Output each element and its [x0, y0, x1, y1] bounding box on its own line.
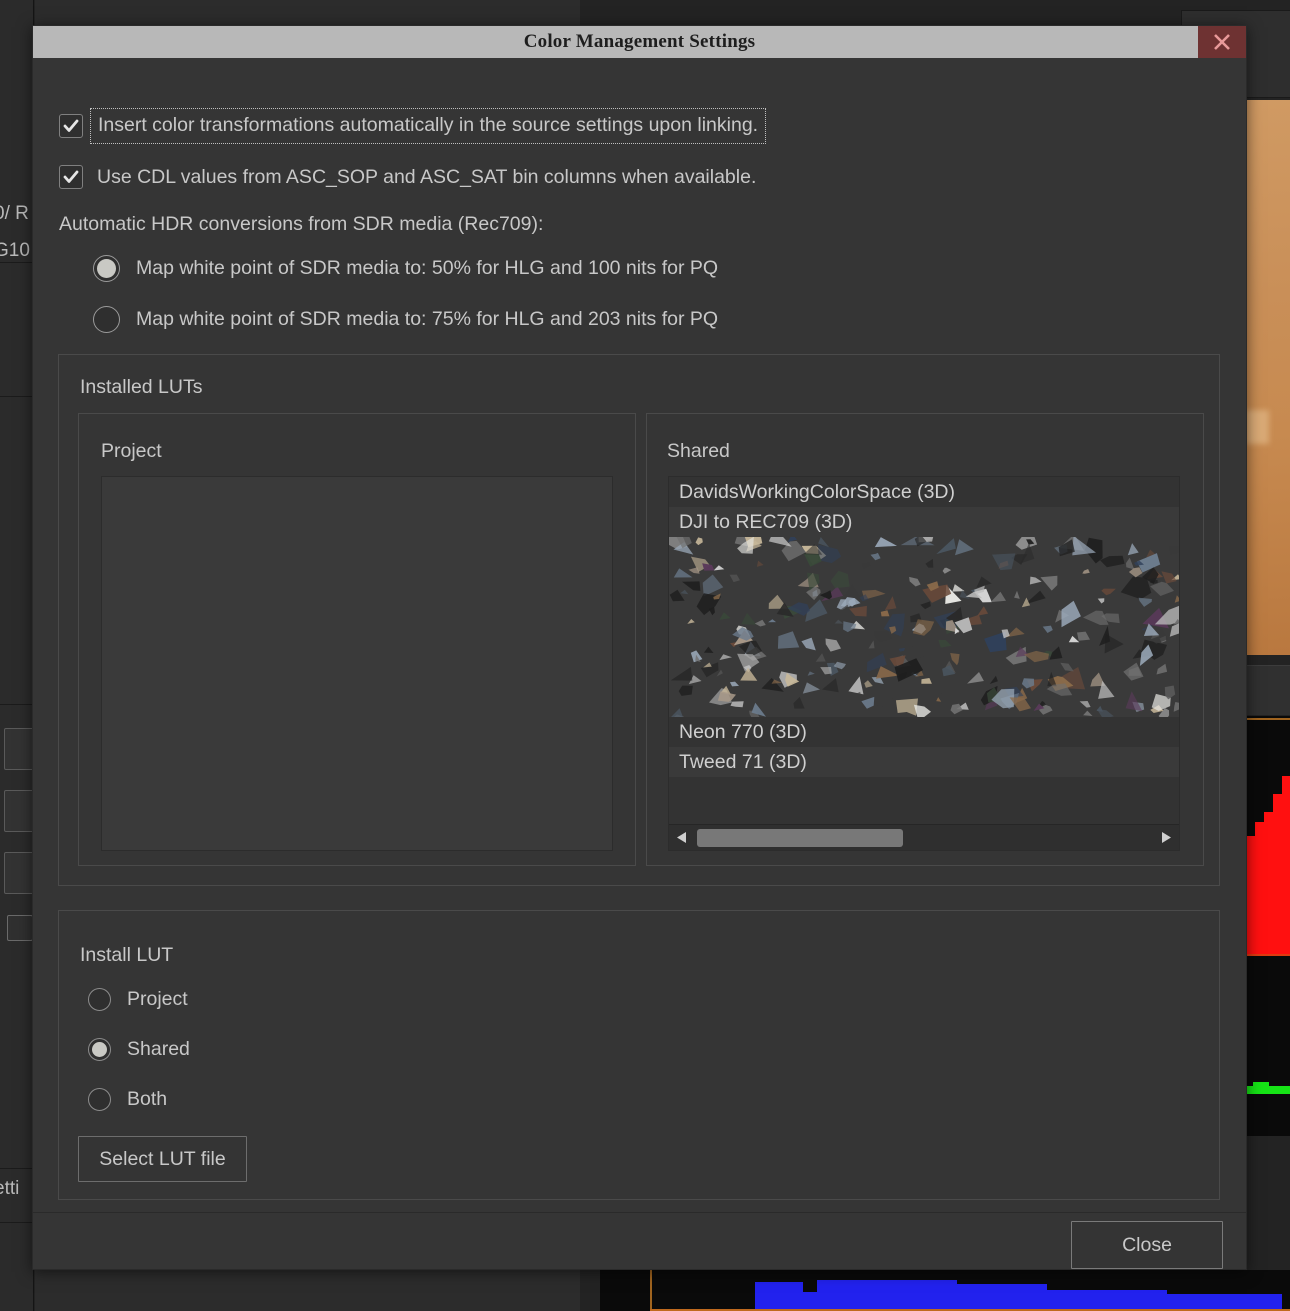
- radio-label-hdr-50-percent: Map white point of SDR media to: 50% for…: [136, 257, 719, 279]
- project-luts-listbox[interactable]: [101, 476, 613, 851]
- shared-luts-horizontal-scrollbar[interactable]: [669, 824, 1179, 850]
- close-x-icon: [1214, 34, 1230, 50]
- radio-label-install-shared: Shared: [127, 1038, 190, 1060]
- hdr-conversions-label: Automatic HDR conversions from SDR media…: [59, 213, 544, 235]
- radio-row-install-both[interactable]: Both: [88, 1088, 167, 1111]
- dialog-titlebar: Color Management Settings: [33, 26, 1246, 58]
- list-item[interactable]: Neon 770 (3D): [669, 717, 1179, 747]
- select-lut-file-button[interactable]: Select LUT file: [78, 1136, 247, 1182]
- background-clip-highlight: [1245, 410, 1269, 444]
- color-management-settings-dialog: Color Management Settings Insert color t…: [32, 25, 1247, 1270]
- background-scope-header: [1245, 665, 1290, 715]
- radio-install-both[interactable]: [88, 1088, 111, 1111]
- checkmark-icon: [63, 170, 79, 183]
- project-luts-title: Project: [101, 440, 162, 462]
- checkbox-label-use-cdl-values: Use CDL values from ASC_SOP and ASC_SAT …: [97, 165, 757, 188]
- scrollbar-thumb[interactable]: [697, 828, 904, 847]
- radio-hdr-50-percent[interactable]: [93, 255, 120, 282]
- list-item[interactable]: DJI to REC709 (3D): [669, 507, 1179, 537]
- scope-red-channel: [1245, 716, 1290, 966]
- radio-label-install-both: Both: [127, 1088, 168, 1110]
- close-button[interactable]: Close: [1071, 1221, 1223, 1269]
- footer-separator: [33, 1212, 1246, 1213]
- background-text-fragment-3: etti: [0, 1178, 20, 1199]
- list-item[interactable]: DavidsWorkingColorSpace (3D): [669, 477, 1179, 507]
- radio-install-shared[interactable]: [88, 1038, 111, 1061]
- radio-dot: [92, 1042, 107, 1057]
- radio-row-hdr-50-percent[interactable]: Map white point of SDR media to: 50% for…: [93, 255, 718, 282]
- triangle-left-icon: [677, 832, 686, 843]
- background-left-rail: [0, 0, 34, 1311]
- focus-ring: Insert color transformations automatical…: [90, 108, 767, 144]
- shared-luts-title: Shared: [667, 440, 730, 462]
- radio-label-hdr-75-percent: Map white point of SDR media to: 75% for…: [136, 308, 719, 330]
- scrollbar-track[interactable]: [695, 825, 1153, 851]
- checkbox-label-insert-color-transformations: Insert color transformations automatical…: [98, 114, 759, 136]
- background-text-fragment-2: G10: [0, 240, 30, 261]
- radio-hdr-75-percent[interactable]: [93, 306, 120, 333]
- install-lut-title: Install LUT: [80, 944, 174, 966]
- checkmark-icon: [63, 119, 79, 132]
- scope-green-channel: [1245, 966, 1290, 1136]
- radio-row-install-project[interactable]: Project: [88, 988, 188, 1011]
- dialog-title: Color Management Settings: [523, 31, 756, 52]
- background-clip-thumbnail: [1245, 100, 1290, 655]
- dialog-body: Insert color transformations automatical…: [33, 58, 1246, 1269]
- installed-luts-title: Installed LUTs: [80, 376, 203, 398]
- radio-label-install-project: Project: [127, 988, 188, 1010]
- checkbox-use-cdl-values[interactable]: [59, 165, 83, 189]
- background-text-fragment-1: 0/ R: [0, 203, 29, 224]
- checkbox-insert-color-transformations[interactable]: [59, 114, 83, 138]
- close-window-button[interactable]: [1198, 26, 1246, 58]
- radio-install-project[interactable]: [88, 988, 111, 1011]
- corrupted-render-band: [669, 537, 1179, 717]
- radio-dot: [97, 259, 116, 278]
- scope-blue-channel: [600, 1270, 1290, 1311]
- background-left-checkbox[interactable]: [7, 915, 33, 941]
- radio-row-install-shared[interactable]: Shared: [88, 1038, 190, 1061]
- radio-row-hdr-75-percent[interactable]: Map white point of SDR media to: 75% for…: [93, 306, 718, 333]
- checkbox-row-use-cdl-values[interactable]: Use CDL values from ASC_SOP and ASC_SAT …: [59, 165, 756, 189]
- list-item[interactable]: Tweed 71 (3D): [669, 747, 1179, 777]
- shared-luts-listbox[interactable]: DavidsWorkingColorSpace (3D) DJI to REC7…: [668, 476, 1180, 851]
- triangle-right-icon: [1162, 832, 1171, 843]
- checkbox-row-insert-color-transformations[interactable]: Insert color transformations automatical…: [59, 108, 767, 144]
- scroll-left-button[interactable]: [669, 825, 695, 851]
- scroll-right-button[interactable]: [1153, 825, 1179, 851]
